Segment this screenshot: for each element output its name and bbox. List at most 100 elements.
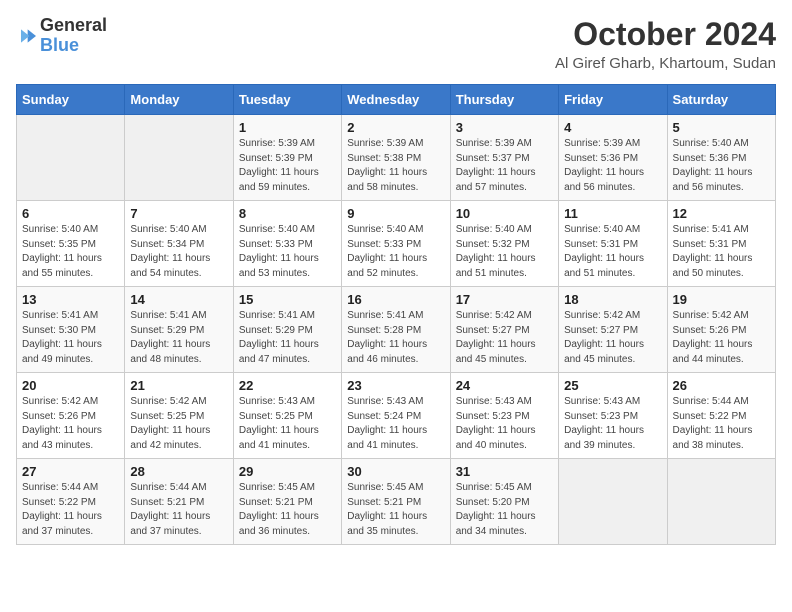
day-info: Sunrise: 5:43 AMSunset: 5:24 PMDaylight:…	[347, 395, 444, 453]
month-title: October 2024	[555, 16, 776, 53]
day-info: Sunrise: 5:43 AMSunset: 5:23 PMDaylight:…	[564, 395, 661, 453]
day-number: 24	[456, 378, 553, 393]
calendar-cell: 15 Sunrise: 5:41 AMSunset: 5:29 PMDayligh…	[233, 287, 341, 373]
calendar-cell: 13 Sunrise: 5:41 AMSunset: 5:30 PMDayligh…	[17, 287, 125, 373]
day-info: Sunrise: 5:40 AMSunset: 5:36 PMDaylight:…	[673, 137, 770, 195]
calendar-cell: 18 Sunrise: 5:42 AMSunset: 5:27 PMDayligh…	[559, 287, 667, 373]
day-number: 7	[130, 206, 227, 221]
day-info: Sunrise: 5:42 AMSunset: 5:25 PMDaylight:…	[130, 395, 227, 453]
calendar-cell: 29 Sunrise: 5:45 AMSunset: 5:21 PMDayligh…	[233, 459, 341, 545]
calendar-cell: 21 Sunrise: 5:42 AMSunset: 5:25 PMDayligh…	[125, 373, 233, 459]
header-saturday: Saturday	[667, 85, 775, 115]
day-number: 30	[347, 464, 444, 479]
day-number: 1	[239, 120, 336, 135]
day-number: 31	[456, 464, 553, 479]
day-number: 11	[564, 206, 661, 221]
day-info: Sunrise: 5:40 AMSunset: 5:32 PMDaylight:…	[456, 223, 553, 281]
day-info: Sunrise: 5:42 AMSunset: 5:26 PMDaylight:…	[22, 395, 119, 453]
day-number: 6	[22, 206, 119, 221]
calendar-table: SundayMondayTuesdayWednesdayThursdayFrid…	[16, 84, 776, 545]
week-row-4: 20 Sunrise: 5:42 AMSunset: 5:26 PMDayligh…	[17, 373, 776, 459]
day-info: Sunrise: 5:40 AMSunset: 5:34 PMDaylight:…	[130, 223, 227, 281]
calendar-cell: 7 Sunrise: 5:40 AMSunset: 5:34 PMDaylight…	[125, 201, 233, 287]
day-info: Sunrise: 5:45 AMSunset: 5:21 PMDaylight:…	[347, 481, 444, 539]
page-header: General Blue October 2024 Al Giref Gharb…	[16, 16, 776, 72]
calendar-cell: 3 Sunrise: 5:39 AMSunset: 5:37 PMDaylight…	[450, 115, 558, 201]
header-wednesday: Wednesday	[342, 85, 450, 115]
day-info: Sunrise: 5:41 AMSunset: 5:30 PMDaylight:…	[22, 309, 119, 367]
day-info: Sunrise: 5:39 AMSunset: 5:37 PMDaylight:…	[456, 137, 553, 195]
calendar-cell: 5 Sunrise: 5:40 AMSunset: 5:36 PMDaylight…	[667, 115, 775, 201]
day-info: Sunrise: 5:42 AMSunset: 5:27 PMDaylight:…	[564, 309, 661, 367]
calendar-cell: 2Sunrise: 5:39 AMSunset: 5:38 PMDaylight…	[342, 115, 450, 201]
day-number: 18	[564, 292, 661, 307]
day-number: 23	[347, 378, 444, 393]
day-info: Sunrise: 5:41 AMSunset: 5:29 PMDaylight:…	[239, 309, 336, 367]
day-number: 27	[22, 464, 119, 479]
day-number: 21	[130, 378, 227, 393]
calendar-cell: 11 Sunrise: 5:40 AMSunset: 5:31 PMDayligh…	[559, 201, 667, 287]
logo-general: General	[40, 15, 107, 35]
day-number: 28	[130, 464, 227, 479]
day-info: Sunrise: 5:39 AMSunset: 5:38 PMDaylight:…	[347, 137, 444, 195]
day-number: 8	[239, 206, 336, 221]
day-info: Sunrise: 5:42 AMSunset: 5:26 PMDaylight:…	[673, 309, 770, 367]
calendar-cell: 8Sunrise: 5:40 AMSunset: 5:33 PMDaylight…	[233, 201, 341, 287]
calendar-cell: 24 Sunrise: 5:43 AMSunset: 5:23 PMDayligh…	[450, 373, 558, 459]
day-info: Sunrise: 5:44 AMSunset: 5:22 PMDaylight:…	[22, 481, 119, 539]
day-info: Sunrise: 5:40 AMSunset: 5:33 PMDaylight:…	[347, 223, 444, 281]
day-info: Sunrise: 5:43 AMSunset: 5:25 PMDaylight:…	[239, 395, 336, 453]
calendar-cell: 12 Sunrise: 5:41 AMSunset: 5:31 PMDayligh…	[667, 201, 775, 287]
calendar-cell: 22Sunrise: 5:43 AMSunset: 5:25 PMDayligh…	[233, 373, 341, 459]
calendar-cell: 27 Sunrise: 5:44 AMSunset: 5:22 PMDayligh…	[17, 459, 125, 545]
calendar-cell: 25Sunrise: 5:43 AMSunset: 5:23 PMDayligh…	[559, 373, 667, 459]
day-number: 9	[347, 206, 444, 221]
day-number: 26	[673, 378, 770, 393]
calendar-cell	[125, 115, 233, 201]
day-number: 10	[456, 206, 553, 221]
calendar-cell: 23 Sunrise: 5:43 AMSunset: 5:24 PMDayligh…	[342, 373, 450, 459]
day-number: 15	[239, 292, 336, 307]
calendar-cell	[17, 115, 125, 201]
calendar-cell: 4 Sunrise: 5:39 AMSunset: 5:36 PMDaylight…	[559, 115, 667, 201]
week-row-2: 6 Sunrise: 5:40 AMSunset: 5:35 PMDaylight…	[17, 201, 776, 287]
day-number: 29	[239, 464, 336, 479]
calendar-cell: 6 Sunrise: 5:40 AMSunset: 5:35 PMDaylight…	[17, 201, 125, 287]
week-row-5: 27 Sunrise: 5:44 AMSunset: 5:22 PMDayligh…	[17, 459, 776, 545]
day-info: Sunrise: 5:41 AMSunset: 5:28 PMDaylight:…	[347, 309, 444, 367]
calendar-cell: 9 Sunrise: 5:40 AMSunset: 5:33 PMDaylight…	[342, 201, 450, 287]
day-info: Sunrise: 5:43 AMSunset: 5:23 PMDaylight:…	[456, 395, 553, 453]
calendar-cell: 14Sunrise: 5:41 AMSunset: 5:29 PMDayligh…	[125, 287, 233, 373]
day-info: Sunrise: 5:45 AMSunset: 5:21 PMDaylight:…	[239, 481, 336, 539]
day-number: 12	[673, 206, 770, 221]
calendar-cell: 17Sunrise: 5:42 AMSunset: 5:27 PMDayligh…	[450, 287, 558, 373]
day-number: 5	[673, 120, 770, 135]
week-row-1: 1 Sunrise: 5:39 AMSunset: 5:39 PMDaylight…	[17, 115, 776, 201]
location-subtitle: Al Giref Gharb, Khartoum, Sudan	[555, 55, 776, 72]
day-number: 16	[347, 292, 444, 307]
header-friday: Friday	[559, 85, 667, 115]
day-info: Sunrise: 5:41 AMSunset: 5:29 PMDaylight:…	[130, 309, 227, 367]
day-info: Sunrise: 5:40 AMSunset: 5:35 PMDaylight:…	[22, 223, 119, 281]
header-thursday: Thursday	[450, 85, 558, 115]
day-info: Sunrise: 5:40 AMSunset: 5:31 PMDaylight:…	[564, 223, 661, 281]
logo-icon	[16, 26, 36, 46]
calendar-cell: 16 Sunrise: 5:41 AMSunset: 5:28 PMDayligh…	[342, 287, 450, 373]
day-number: 19	[673, 292, 770, 307]
logo-blue: Blue	[40, 35, 79, 55]
day-info: Sunrise: 5:39 AMSunset: 5:36 PMDaylight:…	[564, 137, 661, 195]
calendar-cell: 30 Sunrise: 5:45 AMSunset: 5:21 PMDayligh…	[342, 459, 450, 545]
day-number: 3	[456, 120, 553, 135]
day-info: Sunrise: 5:39 AMSunset: 5:39 PMDaylight:…	[239, 137, 336, 195]
day-number: 20	[22, 378, 119, 393]
day-number: 13	[22, 292, 119, 307]
header-tuesday: Tuesday	[233, 85, 341, 115]
logo: General Blue	[16, 16, 107, 56]
day-number: 4	[564, 120, 661, 135]
title-section: October 2024 Al Giref Gharb, Khartoum, S…	[555, 16, 776, 72]
day-info: Sunrise: 5:41 AMSunset: 5:31 PMDaylight:…	[673, 223, 770, 281]
week-row-3: 13 Sunrise: 5:41 AMSunset: 5:30 PMDayligh…	[17, 287, 776, 373]
calendar-cell: 31Sunrise: 5:45 AMSunset: 5:20 PMDayligh…	[450, 459, 558, 545]
calendar-cell: 10 Sunrise: 5:40 AMSunset: 5:32 PMDayligh…	[450, 201, 558, 287]
calendar-cell: 26Sunrise: 5:44 AMSunset: 5:22 PMDayligh…	[667, 373, 775, 459]
